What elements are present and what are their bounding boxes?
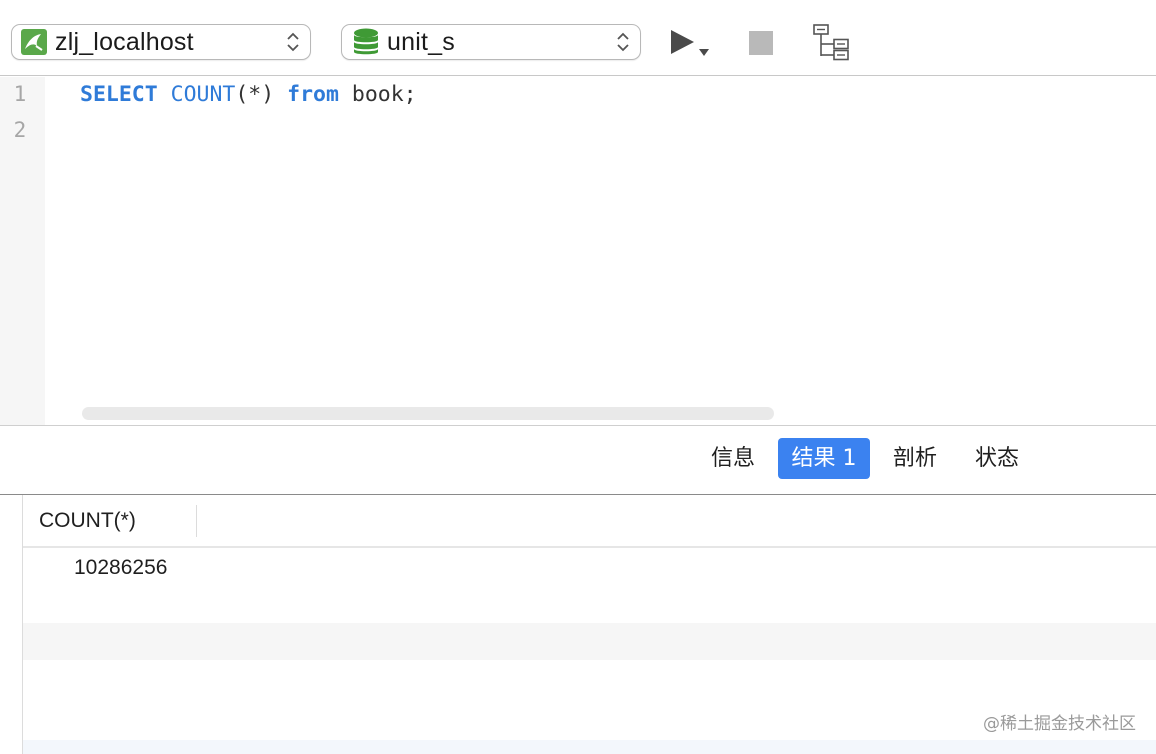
result-tabbar: 信息 结果 1 剖析 状态 <box>0 425 1156 495</box>
database-select[interactable]: unit_s <box>341 24 641 60</box>
run-icon <box>671 30 709 56</box>
tab-info[interactable]: 信息 <box>700 438 766 479</box>
horizontal-scrollbar[interactable] <box>82 407 774 420</box>
watermark: @稀土掘金技术社区 <box>983 714 1136 734</box>
empty-row <box>23 740 1156 754</box>
line-number: 1 <box>13 82 27 106</box>
chevron-updown-icon <box>617 32 629 52</box>
explain-button[interactable] <box>810 22 854 62</box>
line-number: 2 <box>13 118 27 142</box>
grid-header: COUNT(*) <box>23 495 1156 548</box>
tab-profile[interactable]: 剖析 <box>882 438 948 479</box>
tab-result-1[interactable]: 结果 1 <box>778 438 870 479</box>
stop-icon <box>749 31 773 55</box>
column-header[interactable]: COUNT(*) <box>39 509 136 533</box>
database-label: unit_s <box>387 27 455 56</box>
connection-select[interactable]: zlj_localhost <box>11 24 311 60</box>
column-resize-handle[interactable] <box>196 505 197 537</box>
sql-function: COUNT <box>170 82 236 107</box>
sql-keyword: from <box>287 82 339 107</box>
query-toolbar: zlj_localhost unit_s <box>0 0 1156 76</box>
code-line[interactable]: SELECT COUNT(*) from book; <box>80 82 417 107</box>
empty-row <box>23 623 1156 660</box>
sql-keyword: SELECT <box>80 82 158 107</box>
mysql-connection-icon <box>21 29 47 55</box>
sql-text: book; <box>338 82 417 107</box>
tab-status[interactable]: 状态 <box>964 438 1030 479</box>
chevron-updown-icon <box>287 32 299 52</box>
line-number-gutter: 1 2 <box>0 77 45 425</box>
connection-label: zlj_localhost <box>55 27 194 56</box>
database-icon <box>354 28 378 55</box>
table-cell[interactable]: 10286256 <box>74 556 167 580</box>
stop-button[interactable] <box>747 29 775 57</box>
run-button[interactable] <box>668 22 714 62</box>
row-indicator-column <box>0 495 23 754</box>
sql-args: (*) <box>235 82 275 107</box>
sql-editor[interactable]: 1 2 SELECT COUNT(*) from book; <box>0 77 1156 425</box>
table-row[interactable]: 10286256 <box>23 550 1156 587</box>
explain-icon <box>813 24 849 61</box>
